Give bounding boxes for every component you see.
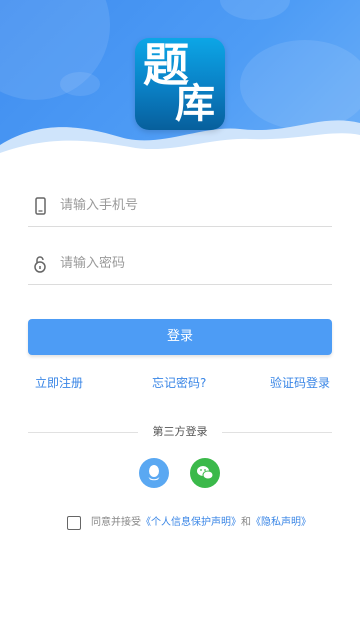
password-placeholder: 请输入密码 <box>60 256 126 271</box>
phone-icon <box>35 197 46 215</box>
phone-placeholder: 请输入手机号 <box>60 198 139 213</box>
wechat-login-button[interactable] <box>190 458 220 488</box>
lock-icon <box>34 256 46 273</box>
agreement-and: 和 <box>241 517 251 528</box>
agreement-prefix: 同意并接受 <box>91 517 141 528</box>
app-logo: 题 库 <box>135 38 225 130</box>
phone-field[interactable]: 请输入手机号 <box>28 186 332 227</box>
wechat-icon <box>197 466 214 480</box>
privacy-policy-link[interactable]: 《个人信息保护声明》 <box>141 517 241 528</box>
agree-checkbox[interactable] <box>67 516 81 530</box>
register-link[interactable]: 立即注册 <box>35 375 83 391</box>
forgot-password-link[interactable]: 忘记密码? <box>152 375 206 391</box>
decor-bubble <box>220 0 290 20</box>
code-login-link[interactable]: 验证码登录 <box>270 375 330 391</box>
qq-icon <box>148 465 160 481</box>
password-field[interactable]: 请输入密码 <box>28 244 332 285</box>
logo-char-2: 库 <box>175 81 215 127</box>
decor-bubble <box>60 72 100 96</box>
privacy-statement-link[interactable]: 《隐私声明》 <box>251 517 311 528</box>
qq-login-button[interactable] <box>139 458 169 488</box>
third-party-label: 第三方登录 <box>152 425 208 438</box>
login-button[interactable]: 登录 <box>28 319 332 355</box>
